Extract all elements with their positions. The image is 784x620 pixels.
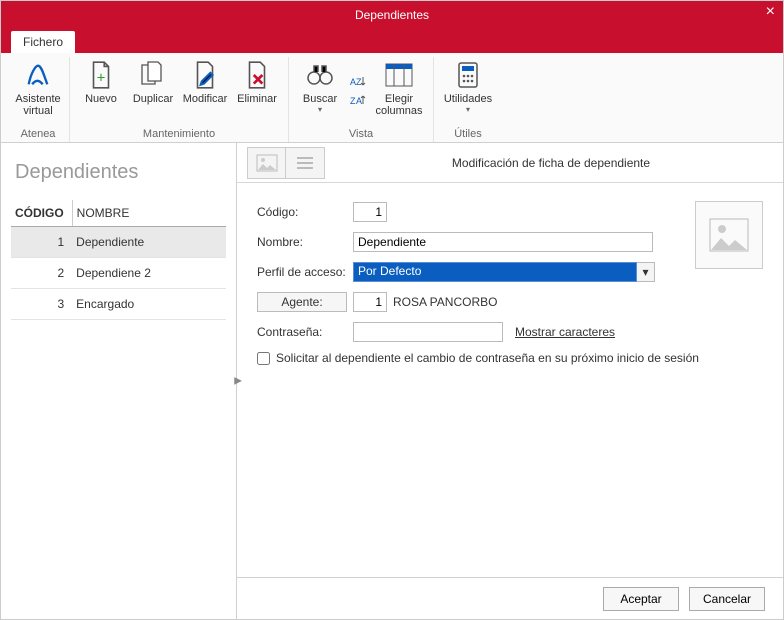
modify-button[interactable]: Modificar xyxy=(180,57,230,107)
view-image-button[interactable] xyxy=(248,148,286,178)
new-button[interactable]: + Nuevo xyxy=(76,57,126,107)
choose-columns-button[interactable]: Elegir columnas xyxy=(371,57,427,119)
duplicate-button[interactable]: Duplicar xyxy=(128,57,178,107)
ribbon-group-atenea: Asistente virtual Atenea xyxy=(7,57,70,142)
columns-icon xyxy=(383,59,415,91)
right-pane: Modificación de ficha de dependiente Cód… xyxy=(237,143,783,619)
chevron-down-icon[interactable]: ▾ xyxy=(637,262,655,282)
delete-icon xyxy=(241,59,273,91)
profile-select[interactable]: Por Defecto ▾ xyxy=(353,262,655,282)
assistant-button[interactable]: Asistente virtual xyxy=(13,57,63,119)
group-label-view: Vista xyxy=(349,128,373,142)
ok-button[interactable]: Aceptar xyxy=(603,587,679,611)
view-toggle xyxy=(247,147,325,179)
dependents-table: CÓDIGO NOMBRE 1 Dependiente 2 Dependiene… xyxy=(11,200,226,320)
sort-asc-button[interactable]: AZ xyxy=(347,72,369,90)
label-code: Código: xyxy=(257,205,353,219)
cancel-button[interactable]: Cancelar xyxy=(689,587,765,611)
alpha-icon xyxy=(22,59,54,91)
tab-fichero[interactable]: Fichero xyxy=(11,31,75,53)
ribbon: Asistente virtual Atenea + Nuevo Duplica… xyxy=(1,53,783,143)
tab-strip: Fichero xyxy=(1,29,783,53)
utilities-button[interactable]: Utilidades ▾ xyxy=(440,57,496,116)
group-label-maintenance: Mantenimiento xyxy=(143,128,215,142)
force-change-label: Solicitar al dependiente el cambio de co… xyxy=(276,351,699,365)
name-field[interactable] xyxy=(353,232,653,252)
label-password: Contraseña: xyxy=(257,325,353,339)
window-title: Dependientes xyxy=(1,8,783,22)
password-field[interactable] xyxy=(353,322,503,342)
dialog-footer: Aceptar Cancelar xyxy=(237,577,783,619)
detail-title: Modificación de ficha de dependiente xyxy=(329,156,773,170)
view-list-button[interactable] xyxy=(286,148,324,178)
table-row[interactable]: 3 Encargado xyxy=(11,289,226,320)
table-row[interactable]: 2 Dependiene 2 xyxy=(11,258,226,289)
col-code[interactable]: CÓDIGO xyxy=(11,200,72,227)
sort-buttons: AZ ZA xyxy=(347,57,369,119)
group-label-utils: Útiles xyxy=(454,128,482,142)
photo-placeholder[interactable] xyxy=(695,201,763,269)
sort-desc-button[interactable]: ZA xyxy=(347,91,369,109)
code-field[interactable] xyxy=(353,202,387,222)
main-area: Dependientes CÓDIGO NOMBRE 1 Dependiente… xyxy=(1,143,783,619)
assistant-label: Asistente virtual xyxy=(15,93,61,117)
force-change-checkbox[interactable] xyxy=(257,352,270,365)
table-row[interactable]: 1 Dependiente xyxy=(11,227,226,258)
delete-button[interactable]: Eliminar xyxy=(232,57,282,107)
binoculars-icon xyxy=(304,59,336,91)
ribbon-group-maintenance: + Nuevo Duplicar Modificar Eli xyxy=(70,57,289,142)
agent-code-field[interactable] xyxy=(353,292,387,312)
profile-value: Por Defecto xyxy=(353,262,637,282)
new-icon: + xyxy=(85,59,117,91)
detail-header: Modificación de ficha de dependiente xyxy=(237,143,783,183)
title-bar: Dependientes × xyxy=(1,1,783,29)
left-pane: Dependientes CÓDIGO NOMBRE 1 Dependiente… xyxy=(1,143,237,619)
group-label-atenea: Atenea xyxy=(21,128,56,142)
svg-text:+: + xyxy=(97,70,106,87)
list-heading: Dependientes xyxy=(15,161,222,184)
modify-icon xyxy=(189,59,221,91)
detail-form: Código: Nombre: Perfil de acceso: Por De… xyxy=(237,183,783,383)
ribbon-group-utils: Utilidades ▾ Útiles xyxy=(434,57,502,142)
search-button[interactable]: Buscar ▾ xyxy=(295,57,345,119)
label-name: Nombre: xyxy=(257,235,353,249)
col-name[interactable]: NOMBRE xyxy=(72,200,226,227)
ribbon-group-view: Buscar ▾ AZ ZA Elegir columnas Vista xyxy=(289,57,434,142)
duplicate-icon xyxy=(137,59,169,91)
close-icon[interactable]: × xyxy=(766,3,775,21)
svg-text:Z: Z xyxy=(356,77,362,87)
agent-button[interactable]: Agente: xyxy=(257,292,347,312)
agent-name: ROSA PANCORBO xyxy=(393,295,497,309)
show-chars-link[interactable]: Mostrar caracteres xyxy=(515,325,615,339)
label-profile: Perfil de acceso: xyxy=(257,265,353,279)
calculator-icon xyxy=(452,59,484,91)
